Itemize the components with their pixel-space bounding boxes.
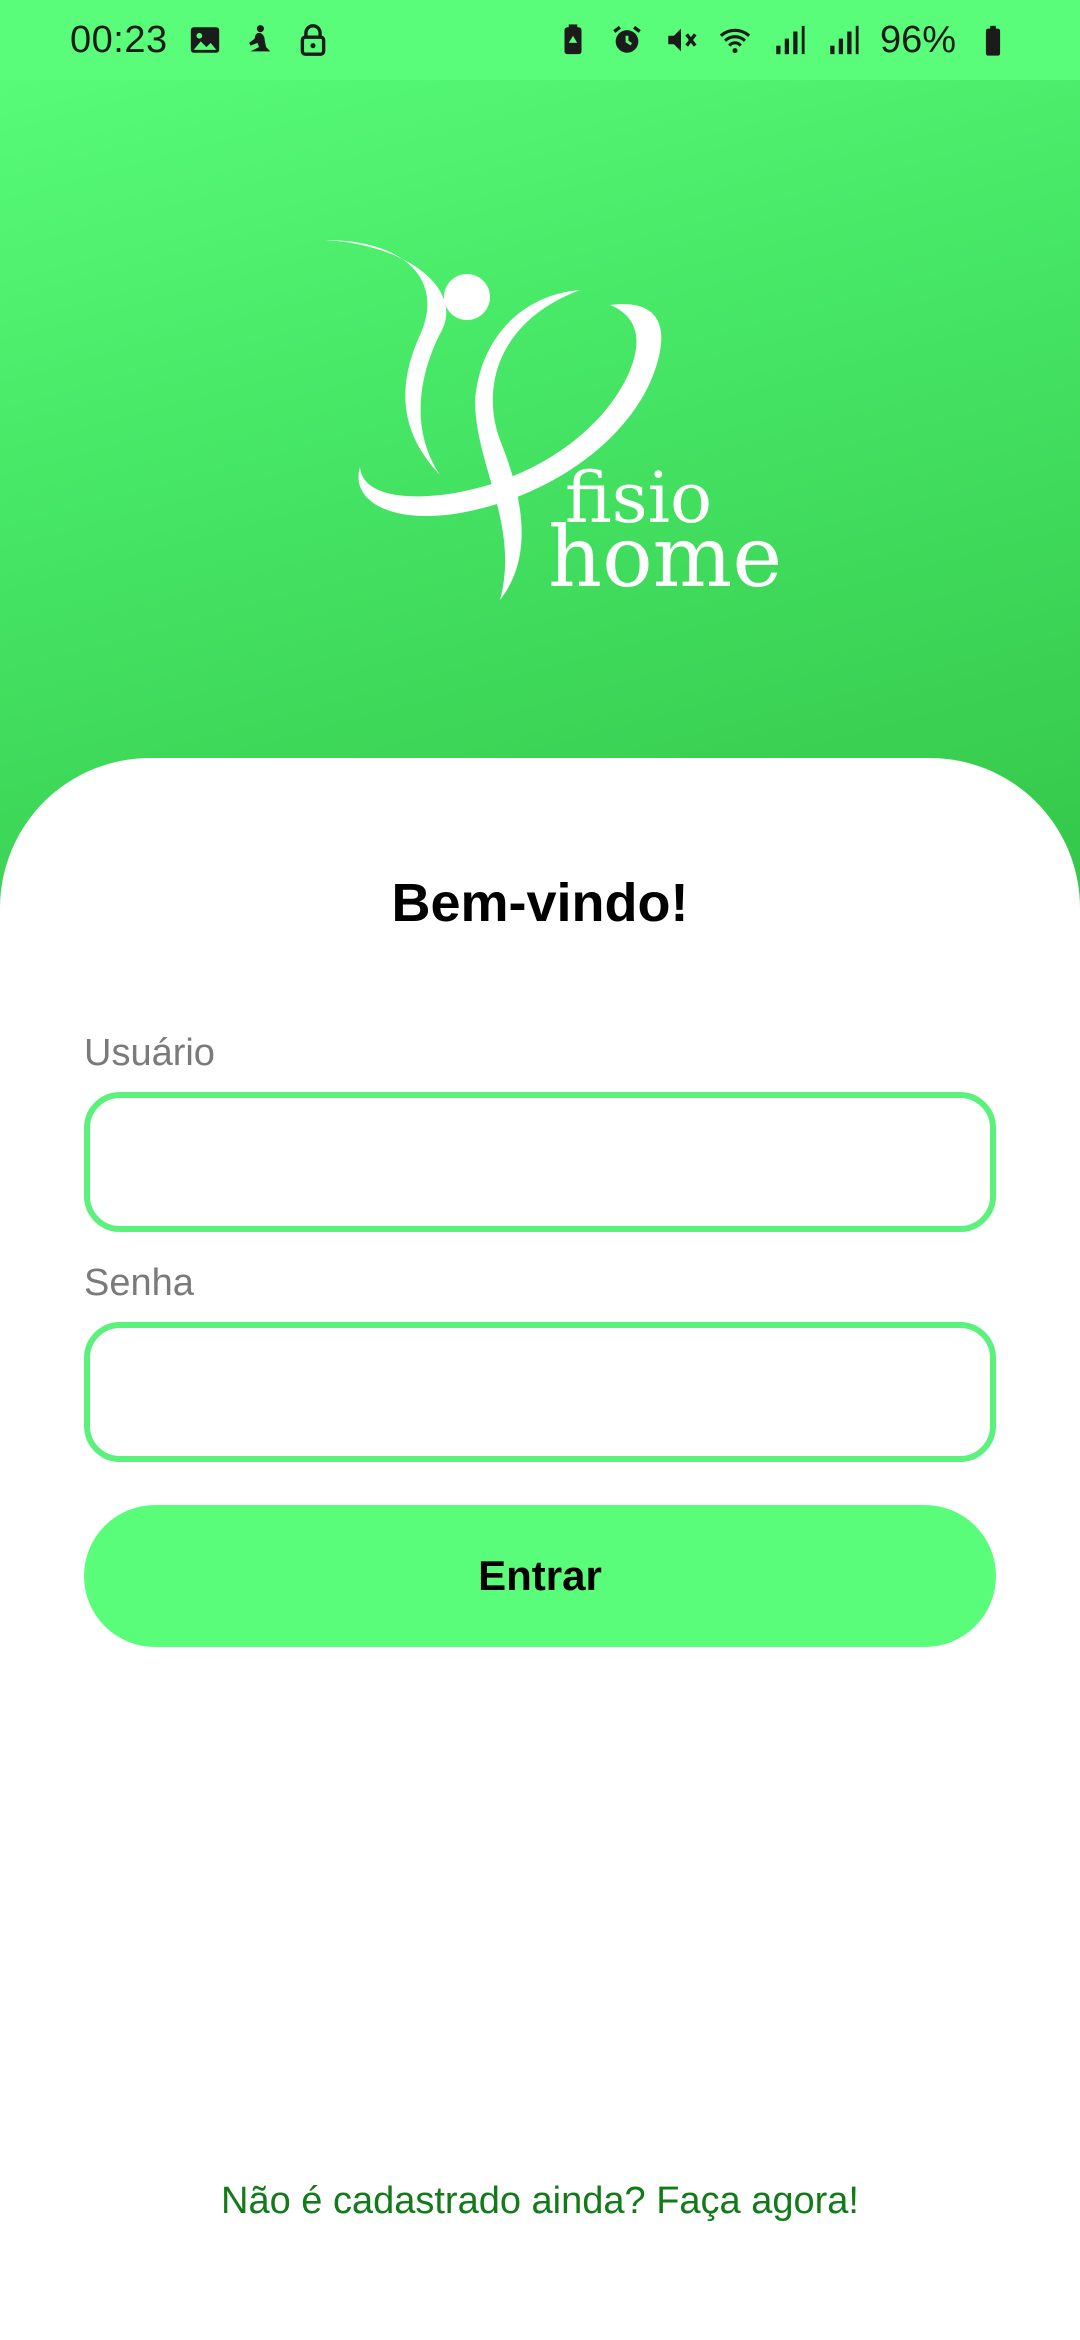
status-bar-left: 00:23: [70, 19, 330, 62]
welcome-title: Bem-vindo!: [391, 873, 689, 933]
signal-icon: [772, 20, 806, 60]
battery-percentage: 96%: [879, 18, 956, 61]
meditation-icon: [242, 20, 276, 60]
signup-link[interactable]: Não é cadastrado ainda? Faça agora!: [0, 2180, 1080, 2223]
battery-saver-icon: [556, 20, 590, 60]
status-time: 00:23: [70, 18, 168, 61]
logo-text-home: home: [548, 508, 783, 606]
wifi-icon: [718, 20, 752, 60]
alarm-icon: [610, 20, 644, 60]
password-input[interactable]: [84, 1322, 996, 1462]
status-bar: 00:23 96%: [0, 0, 1080, 80]
username-label: Usuário: [84, 1032, 215, 1074]
lock-icon: [296, 20, 330, 60]
battery-icon: [976, 20, 1010, 60]
status-bar-right: 96%: [556, 19, 1010, 62]
mute-icon: [664, 20, 698, 60]
login-button[interactable]: Entrar: [84, 1505, 996, 1647]
signal-icon: [826, 20, 860, 60]
password-label: Senha: [84, 1262, 194, 1304]
fisio-home-logo: fisio home: [310, 225, 783, 606]
image-icon: [188, 20, 222, 60]
username-input[interactable]: [84, 1092, 996, 1232]
